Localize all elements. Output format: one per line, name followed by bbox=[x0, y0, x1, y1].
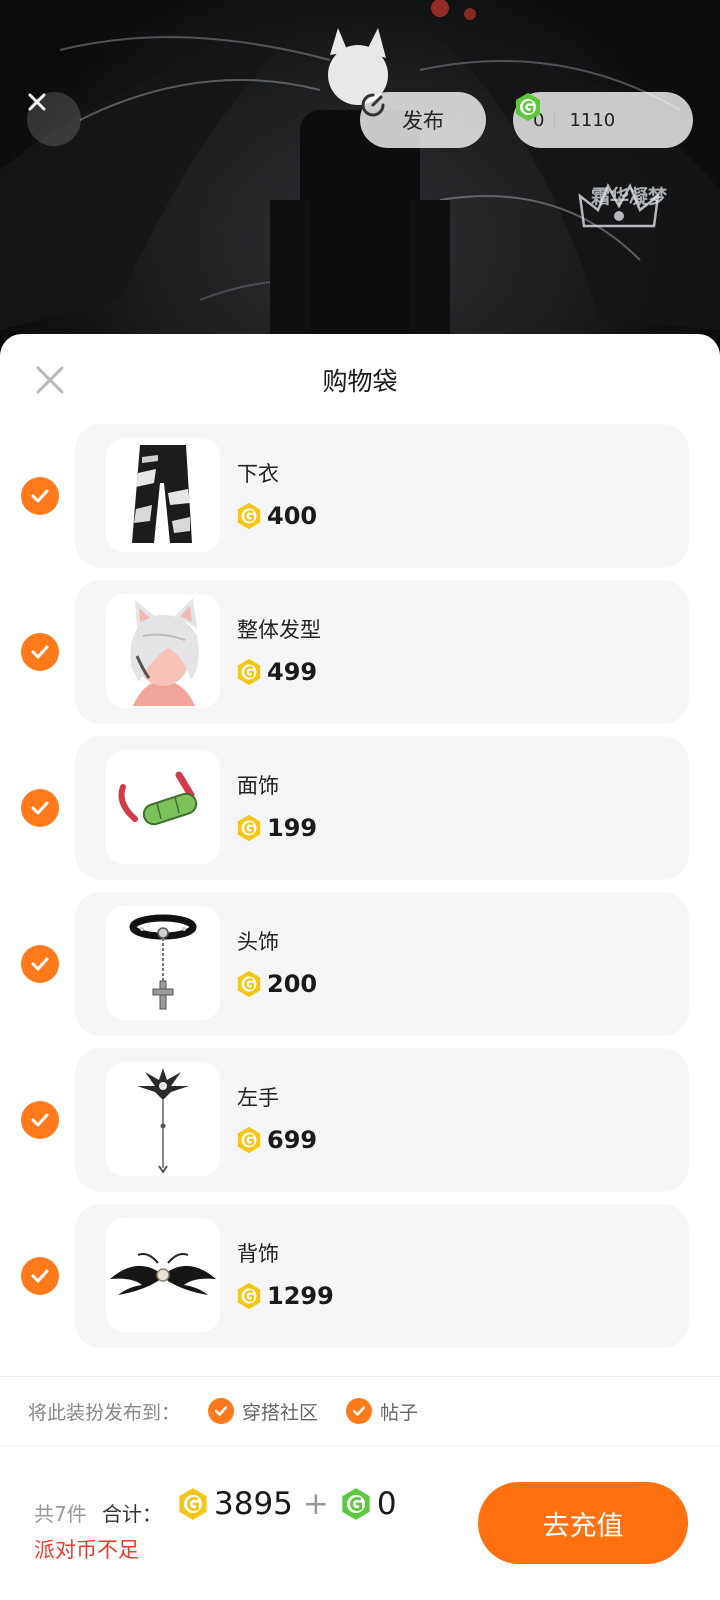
balance-divider bbox=[554, 110, 556, 130]
publish-option-post[interactable]: 帖子 bbox=[346, 1398, 418, 1425]
publish-button[interactable]: 发布 bbox=[360, 92, 486, 148]
item-count: 共7件 bbox=[34, 1502, 87, 1526]
item-card[interactable]: 整体发型 499 bbox=[75, 580, 689, 724]
close-icon bbox=[28, 93, 46, 111]
publish-option-label: 穿搭社区 bbox=[242, 1401, 319, 1424]
item-name: 整体发型 bbox=[237, 618, 321, 642]
cart-item: 下衣 400 bbox=[0, 424, 720, 568]
item-card[interactable]: 下衣 400 bbox=[75, 424, 689, 568]
check-icon bbox=[31, 1269, 49, 1283]
item-checkbox[interactable] bbox=[21, 789, 59, 827]
item-price-value: 200 bbox=[267, 970, 318, 998]
cart-item: 背饰 1299 bbox=[0, 1204, 720, 1348]
crown-icon bbox=[578, 183, 660, 228]
cart-item: 左手 699 bbox=[0, 1048, 720, 1192]
recharge-button[interactable]: 去充值 bbox=[478, 1482, 688, 1564]
item-thumbnail bbox=[106, 438, 220, 552]
choker-icon bbox=[129, 914, 197, 1010]
preview-close-button[interactable] bbox=[27, 92, 81, 146]
cart-item: 头饰 200 bbox=[0, 892, 720, 1036]
item-card[interactable]: 头饰 200 bbox=[75, 892, 689, 1036]
check-icon bbox=[346, 1398, 373, 1424]
check-icon bbox=[31, 801, 49, 815]
hair-icon bbox=[130, 598, 199, 706]
wings-icon bbox=[110, 1253, 216, 1295]
item-name: 面饰 bbox=[237, 774, 279, 798]
sheet-header: 购物袋 bbox=[0, 334, 720, 426]
item-price-value: 1299 bbox=[267, 1282, 334, 1310]
publish-destination-row: 将此装扮发布到： 穿搭社区 帖子 bbox=[0, 1376, 720, 1446]
total-green-coins: 0 bbox=[376, 1486, 397, 1522]
item-price-value: 400 bbox=[267, 502, 318, 530]
item-checkbox[interactable] bbox=[21, 945, 59, 983]
item-price-value: 199 bbox=[267, 814, 318, 842]
checkout-footer: 共7件 合计： 3895 + 0 派对币不足 去充值 bbox=[0, 1446, 720, 1600]
item-price: 699 bbox=[235, 1126, 317, 1154]
item-thumbnail bbox=[106, 906, 220, 1020]
check-icon bbox=[208, 1398, 235, 1424]
check-icon bbox=[31, 957, 49, 971]
plus-sign: + bbox=[302, 1486, 329, 1522]
total-party-coins: 3895 bbox=[214, 1486, 293, 1522]
party-coin-icon bbox=[237, 658, 261, 686]
item-price: 499 bbox=[235, 658, 317, 686]
party-coin-icon bbox=[237, 970, 261, 998]
party-coin-icon bbox=[237, 502, 261, 530]
pants-icon bbox=[132, 445, 192, 543]
item-name: 背饰 bbox=[237, 1242, 279, 1266]
party-coin-icon bbox=[237, 814, 261, 842]
item-checkbox[interactable] bbox=[21, 477, 59, 515]
item-thumbnail bbox=[106, 594, 220, 708]
item-name: 左手 bbox=[237, 1086, 279, 1110]
item-thumbnail bbox=[106, 750, 220, 864]
publish-to-label: 将此装扮发布到： bbox=[28, 1401, 181, 1424]
sheet-title: 购物袋 bbox=[322, 367, 398, 396]
total-label: 合计： bbox=[102, 1502, 162, 1526]
publish-label: 发布 bbox=[402, 109, 444, 133]
cart-item: 整体发型 499 bbox=[0, 580, 720, 724]
check-icon bbox=[31, 489, 49, 503]
item-card[interactable]: 左手 699 bbox=[75, 1048, 689, 1192]
mask-icon bbox=[118, 771, 198, 826]
party-coin-icon bbox=[237, 1126, 261, 1154]
outfit-watermark: 霜华凝梦 bbox=[574, 178, 684, 278]
item-checkbox[interactable] bbox=[21, 633, 59, 671]
staff-icon bbox=[137, 1068, 189, 1174]
item-checkbox[interactable] bbox=[21, 1101, 59, 1139]
item-card[interactable]: 背饰 1299 bbox=[75, 1204, 689, 1348]
item-price: 200 bbox=[235, 970, 317, 998]
check-icon bbox=[31, 645, 49, 659]
item-thumbnail bbox=[106, 1062, 220, 1176]
party-coin-icon bbox=[237, 1282, 261, 1310]
insufficient-balance-warning: 派对币不足 bbox=[34, 1538, 139, 1562]
item-checkbox[interactable] bbox=[21, 1257, 59, 1295]
item-thumbnail bbox=[106, 1218, 220, 1332]
publish-icon bbox=[361, 93, 385, 117]
avatar-preview-scene: 发布 0 1110 霜华凝梦 bbox=[0, 0, 720, 360]
publish-option-label: 帖子 bbox=[380, 1401, 419, 1424]
party-coin-icon bbox=[179, 1488, 207, 1520]
check-icon bbox=[31, 1113, 49, 1127]
green-coin-balance: 1110 bbox=[569, 109, 616, 131]
item-price-value: 499 bbox=[267, 658, 318, 686]
item-price: 400 bbox=[235, 502, 317, 530]
total-amount: 3895 + 0 bbox=[176, 1486, 397, 1522]
publish-option-community[interactable]: 穿搭社区 bbox=[208, 1398, 318, 1425]
green-coin-icon bbox=[516, 93, 540, 121]
green-coin-icon bbox=[342, 1488, 370, 1520]
item-price: 1299 bbox=[235, 1282, 334, 1310]
item-name: 头饰 bbox=[237, 930, 279, 954]
item-name: 下衣 bbox=[237, 462, 279, 486]
item-price: 199 bbox=[235, 814, 317, 842]
item-price-value: 699 bbox=[267, 1126, 318, 1154]
item-card[interactable]: 面饰 199 bbox=[75, 736, 689, 880]
cart-item: 面饰 199 bbox=[0, 736, 720, 880]
currency-balance[interactable]: 0 1110 bbox=[513, 92, 693, 148]
